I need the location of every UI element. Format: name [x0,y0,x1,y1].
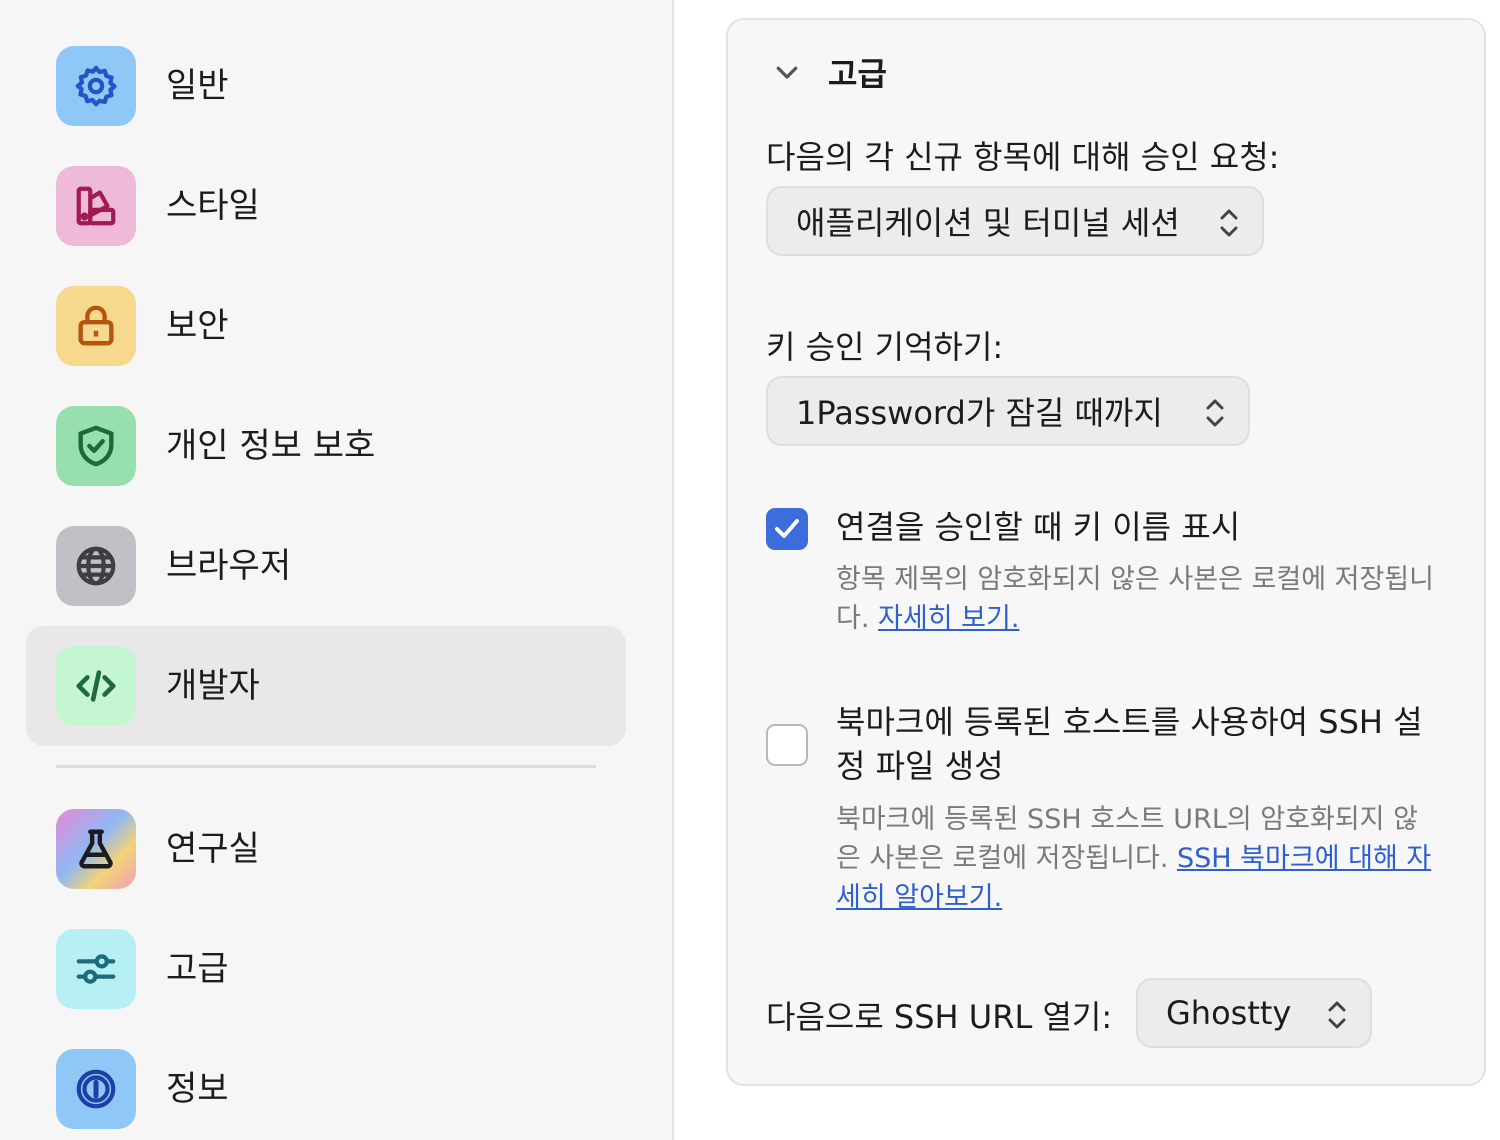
flask-icon [56,809,136,889]
checkmark-icon [775,519,799,538]
show-key-names-description: 항목 제목의 암호화되지 않은 사본은 로컬에 저장됩니다. 자세히 보기. [836,560,1446,638]
sidebar-item-browser[interactable]: 브라우저 [26,506,626,626]
sidebar-item-general[interactable]: 일반 [26,26,626,146]
updown-chevron-icon [1328,1001,1346,1029]
sidebar-item-label: 일반 [166,66,229,106]
code-icon [56,646,136,726]
section-title: 고급 [828,55,887,93]
sidebar-divider [56,765,596,768]
remember-select[interactable]: 1Password가 잠길 때까지 [766,376,1250,446]
settings-sidebar: 일반 스타일 보안 개인 정보 보호 브라우저 개발자 연구실 고급 정보 [0,0,674,1140]
approval-select[interactable]: 애플리케이션 및 터미널 세션 [766,186,1264,256]
sidebar-item-label: 개인 정보 보호 [166,426,376,466]
lock-icon [56,286,136,366]
sidebar-item-label: 정보 [166,1069,229,1109]
show-key-names-title: 연결을 승인할 때 키 이름 표시 [836,508,1241,546]
sidebar-item-advanced[interactable]: 고급 [26,909,626,1029]
approval-select-value: 애플리케이션 및 터미널 세션 [796,204,1180,242]
sidebar-item-label: 스타일 [166,186,260,226]
updown-chevron-icon [1220,209,1238,237]
approval-label: 다음의 각 신규 항목에 대해 승인 요청: [766,138,1280,176]
shield-check-icon [56,406,136,486]
sliders-icon [56,929,136,1009]
sidebar-item-label: 보안 [166,306,229,346]
sidebar-item-developer[interactable]: 개발자 [26,626,626,746]
sidebar-item-label: 개발자 [166,666,260,706]
sidebar-item-security[interactable]: 보안 [26,266,626,386]
advanced-section-panel: 고급 다음의 각 신규 항목에 대해 승인 요청: 애플리케이션 및 터미널 세… [726,18,1486,1086]
sidebar-item-label: 브라우저 [166,546,292,586]
1password-logo-icon [56,1049,136,1129]
updown-chevron-icon [1206,399,1224,427]
sidebar-item-style[interactable]: 스타일 [26,146,626,266]
ssh-config-checkbox[interactable] [766,724,808,766]
ssh-config-title: 북마크에 등록된 호스트를 사용하여 SSH 설정 파일 생성 [836,703,1423,785]
learn-more-link[interactable]: 자세히 보기. [878,603,1019,634]
palette-icon [56,166,136,246]
chevron-down-icon[interactable] [772,57,802,87]
sidebar-item-about[interactable]: 정보 [26,1029,626,1140]
sidebar-item-label: 연구실 [166,829,260,869]
show-key-names-checkbox[interactable] [766,508,808,550]
globe-icon [56,526,136,606]
remember-select-value: 1Password가 잠길 때까지 [796,394,1163,432]
ssh-config-description: 북마크에 등록된 SSH 호스트 URL의 암호화되지 않은 사본은 로컬에 저… [836,800,1436,917]
open-ssh-select[interactable]: Ghostty [1136,978,1372,1048]
section-header[interactable]: 고급 [772,48,887,96]
open-ssh-select-value: Ghostty [1166,994,1292,1032]
gear-icon [56,46,136,126]
sidebar-item-privacy[interactable]: 개인 정보 보호 [26,386,626,506]
remember-label: 키 승인 기억하기: [766,328,1004,366]
sidebar-item-labs[interactable]: 연구실 [26,789,626,909]
open-ssh-label: 다음으로 SSH URL 열기: [766,998,1113,1036]
sidebar-item-label: 고급 [166,949,229,989]
